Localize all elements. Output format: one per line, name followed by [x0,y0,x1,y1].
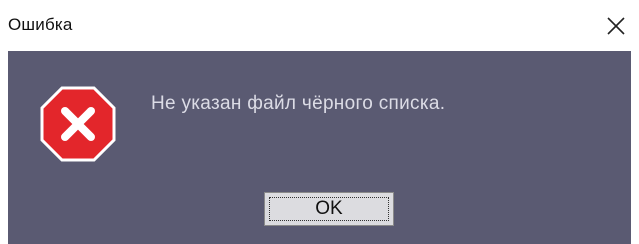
error-stop-icon [40,86,116,162]
ok-button-label: OK [315,198,343,219]
window-title: Ошибка [8,15,73,34]
error-dialog: Ошибка Не указан файл чёрного списка. OK [0,0,639,244]
error-message: Не указан файл чёрного списка. [151,93,446,114]
ok-button[interactable]: OK [264,192,394,226]
close-icon [606,16,626,36]
title-bar: Ошибка [0,0,639,51]
close-button[interactable] [593,0,639,51]
dialog-body: Не указан файл чёрного списка. OK [8,51,631,244]
